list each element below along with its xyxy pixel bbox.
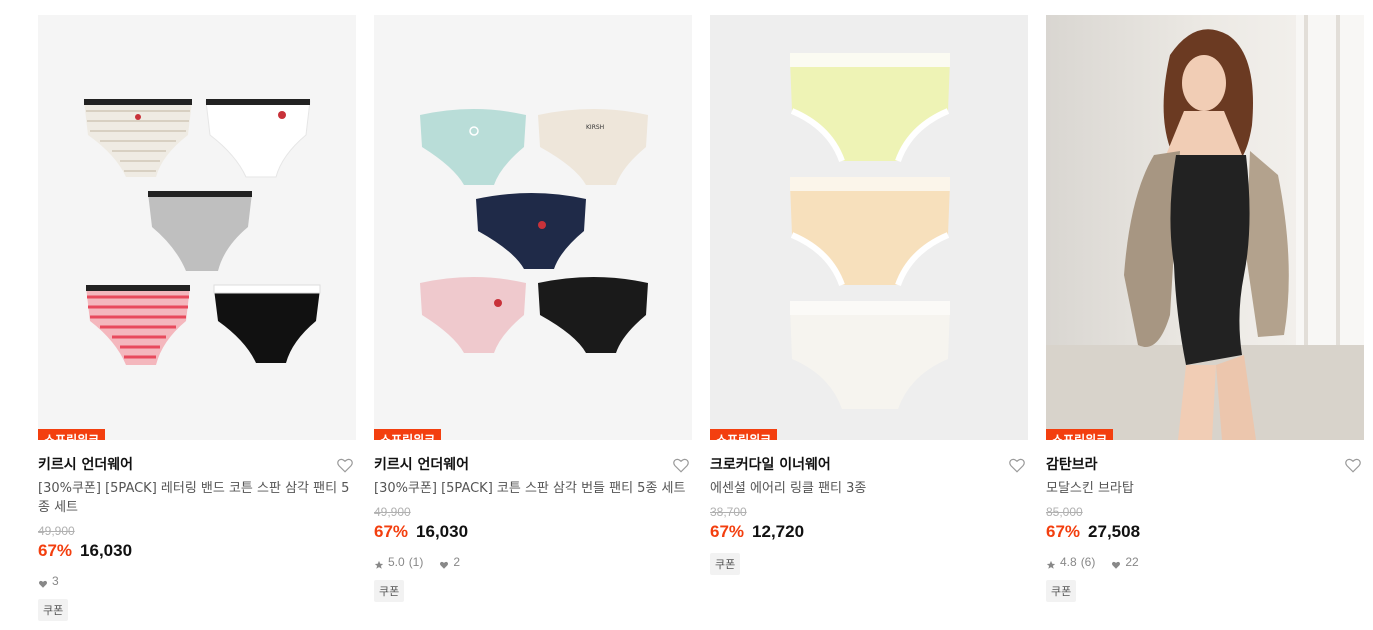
product-name[interactable]: 에센셜 에어리 링클 팬티 3종 <box>710 479 1028 498</box>
original-price: 38,700 <box>710 505 747 519</box>
coupon-tag: 쿠폰 <box>1046 580 1077 602</box>
product-image[interactable]: 스프링위크 <box>38 15 356 440</box>
product-card[interactable]: 스프링위크 감탄브라 모달스킨 브라탑 85,000 67% 27,508 4.8… <box>1046 15 1364 602</box>
wishlist-heart-icon[interactable] <box>672 456 690 474</box>
brand-name[interactable]: 크로커다일 이너웨어 <box>710 454 1028 476</box>
product-card[interactable]: 스프링위크 키르시 언더웨어 [30%쿠폰] [5PACK] 레터링 밴드 코튼… <box>38 15 356 621</box>
review-count: (1) <box>408 555 424 569</box>
heart-filled-icon <box>439 557 449 569</box>
brand-name[interactable]: 감탄브라 <box>1046 454 1364 476</box>
discount-rate: 67% <box>1046 522 1081 541</box>
sale-price: 16,030 <box>416 522 469 541</box>
promo-badge: 스프링위크 <box>710 429 778 440</box>
coupon-tag: 쿠폰 <box>374 580 405 602</box>
like-count: 3 <box>52 574 59 588</box>
original-price: 49,900 <box>38 524 75 538</box>
like-count: 22 <box>1125 555 1139 569</box>
review-count: (6) <box>1080 555 1096 569</box>
rating-score: 5.0 <box>388 555 405 569</box>
product-image[interactable]: KIRSH 스프링위크 <box>374 15 692 440</box>
price-row: 67% 27,508 <box>1046 520 1364 544</box>
price-row: 67% 16,030 <box>374 520 692 544</box>
original-price: 85,000 <box>1046 505 1083 519</box>
product-meta: 4.8 (6) 22 <box>1046 553 1364 571</box>
original-price: 49,900 <box>374 505 411 519</box>
discount-rate: 67% <box>374 522 409 541</box>
coupon-tag: 쿠폰 <box>710 553 741 575</box>
product-card[interactable]: 스프링위크 크로커다일 이너웨어 에센셜 에어리 링클 팬티 3종 38,700… <box>710 15 1028 575</box>
coupon-tag: 쿠폰 <box>38 599 69 621</box>
discount-rate: 67% <box>710 522 745 541</box>
wishlist-heart-icon[interactable] <box>1344 456 1362 474</box>
product-name[interactable]: [30%쿠폰] [5PACK] 레터링 밴드 코튼 스판 삼각 팬티 5종 세트 <box>38 479 356 517</box>
product-image[interactable]: 스프링위크 <box>710 15 1028 440</box>
product-grid: 스프링위크 키르시 언더웨어 [30%쿠폰] [5PACK] 레터링 밴드 코튼… <box>0 0 1373 630</box>
brand-name[interactable]: 키르시 언더웨어 <box>374 454 692 476</box>
promo-badge: 스프링위크 <box>38 429 106 440</box>
price-row: 67% 16,030 <box>38 539 356 563</box>
product-meta: 3 <box>38 572 356 590</box>
promo-badge: 스프링위크 <box>1046 429 1114 440</box>
sale-price: 12,720 <box>752 522 805 541</box>
product-name[interactable]: 모달스킨 브라탑 <box>1046 479 1364 498</box>
promo-badge: 스프링위크 <box>374 429 442 440</box>
brand-print: KIRSH <box>586 124 604 131</box>
star-icon <box>1046 557 1056 569</box>
product-image[interactable]: 스프링위크 <box>1046 15 1364 440</box>
wishlist-heart-icon[interactable] <box>1008 456 1026 474</box>
discount-rate: 67% <box>38 541 73 560</box>
star-icon <box>374 557 384 569</box>
sale-price: 27,508 <box>1088 522 1141 541</box>
rating-score: 4.8 <box>1060 555 1077 569</box>
product-card[interactable]: KIRSH 스프링위크 키르시 언더웨어 [30%쿠폰] [5PACK] 코튼 … <box>374 15 692 602</box>
product-name[interactable]: [30%쿠폰] [5PACK] 코튼 스판 삼각 번들 팬티 5종 세트 <box>374 479 692 498</box>
heart-filled-icon <box>1111 557 1121 569</box>
like-count: 2 <box>453 555 461 569</box>
sale-price: 16,030 <box>80 541 133 560</box>
product-meta: 5.0 (1) 2 <box>374 553 692 571</box>
price-row: 67% 12,720 <box>710 520 1028 544</box>
brand-name[interactable]: 키르시 언더웨어 <box>38 454 356 476</box>
heart-filled-icon <box>38 576 48 588</box>
wishlist-heart-icon[interactable] <box>336 456 354 474</box>
